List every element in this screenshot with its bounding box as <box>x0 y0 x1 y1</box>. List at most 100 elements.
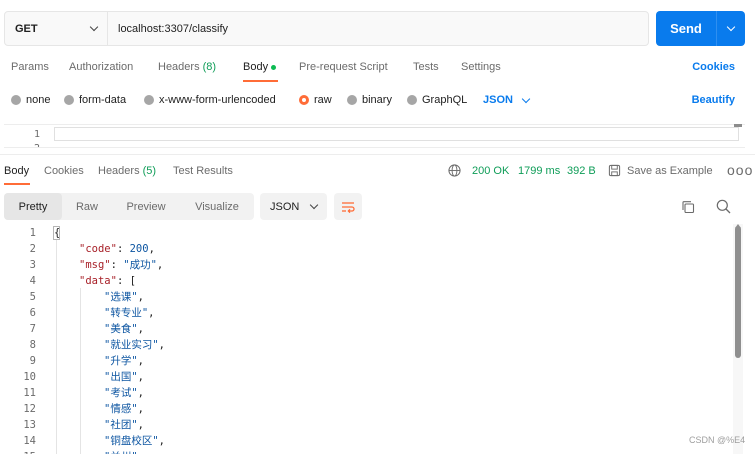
tab-response-headers[interactable]: Headers (5) <box>98 165 156 177</box>
response-format-label: JSON <box>270 200 300 213</box>
radio-circle <box>407 95 417 105</box>
line-number: 3 <box>29 259 36 271</box>
json-key: "data" <box>79 275 117 287</box>
tab-pre-request-script[interactable]: Pre-request Script <box>299 61 388 73</box>
url-input[interactable]: localhost:3307/classify <box>108 23 228 35</box>
code-text: "美食", <box>104 321 144 337</box>
tab-tests[interactable]: Tests <box>413 61 439 73</box>
json-punct: , <box>137 355 144 367</box>
view-pretty-button[interactable]: Pretty <box>4 193 62 220</box>
search-icon[interactable] <box>716 199 731 214</box>
radio-label: x-www-form-urlencoded <box>159 94 276 106</box>
json-string: "就业实习" <box>104 339 159 351</box>
radio-label: form-data <box>79 94 127 106</box>
radio-label: GraphQL <box>422 94 468 106</box>
send-label: Send <box>670 21 702 36</box>
view-visualize-button[interactable]: Visualize <box>180 193 254 220</box>
tab-response-cookies[interactable]: Cookies <box>44 165 84 177</box>
response-tabs: Body Cookies Headers (5) Test Results 20… <box>0 162 755 185</box>
url-bar: GET localhost:3307/classify <box>4 11 649 46</box>
chevron-down-icon <box>89 22 99 32</box>
tab-test-results[interactable]: Test Results <box>173 165 233 177</box>
tab-label: Params <box>11 61 49 73</box>
json-value: "成功" <box>123 259 157 271</box>
tab-label: Tests <box>413 61 439 73</box>
tab-response-body[interactable]: Body <box>4 165 29 177</box>
pane-divider[interactable] <box>0 154 755 155</box>
json-punct: , <box>158 435 165 447</box>
code-text: "转专业", <box>104 305 154 321</box>
radio-graphql[interactable]: GraphQL <box>407 94 467 106</box>
radio-label: binary <box>362 94 392 106</box>
tab-params[interactable]: Params <box>11 61 49 73</box>
body-format-select[interactable]: JSON <box>483 94 531 106</box>
tab-label: Cookies <box>44 165 84 177</box>
line-number: 15 <box>0 449 36 454</box>
json-colon: : <box>116 275 130 287</box>
code-text: "社团", <box>104 417 144 433</box>
line-number: 9 <box>29 355 36 367</box>
line-number: 11 <box>23 387 36 399</box>
wrap-lines-button[interactable] <box>334 193 362 220</box>
watermark: CSDN @%E4 <box>689 435 746 445</box>
view-preview-button[interactable]: Preview <box>112 193 180 220</box>
line-number: 6 <box>29 307 36 319</box>
cookies-link[interactable]: Cookies <box>692 61 735 73</box>
send-options-button[interactable] <box>717 22 745 32</box>
method-select[interactable]: GET <box>5 12 108 45</box>
radio-x-www-form-urlencoded[interactable]: x-www-form-urlencoded <box>144 94 276 106</box>
save-as-example-button[interactable]: Save as Example <box>608 164 713 177</box>
send-button[interactable]: Send <box>656 11 745 46</box>
indent-guide <box>80 288 81 454</box>
line-number: 2 <box>4 143 40 147</box>
tab-headers[interactable]: Headers (8) <box>158 61 216 73</box>
line-number: 4 <box>29 275 36 287</box>
code-text: "铜盘校区", <box>104 433 165 449</box>
line-number: 1 <box>33 129 40 140</box>
active-tab-underline <box>4 183 30 185</box>
json-string: "情感" <box>104 403 138 415</box>
save-icon <box>608 164 621 177</box>
radio-binary[interactable]: binary <box>347 94 392 106</box>
globe-icon[interactable] <box>448 164 461 177</box>
json-string: "社团" <box>104 419 138 431</box>
tab-authorization[interactable]: Authorization <box>69 61 133 73</box>
code-text: "选课", <box>104 289 144 305</box>
json-colon: : <box>110 259 124 271</box>
radio-form-data[interactable]: form-data <box>64 94 126 106</box>
response-format-select[interactable]: JSON <box>260 193 327 220</box>
line-number: 8 <box>29 339 36 351</box>
body-indicator-dot <box>271 64 277 70</box>
line-number: 12 <box>23 403 36 415</box>
more-options-button[interactable]: ooo <box>727 162 753 178</box>
json-string: "考试" <box>104 387 138 399</box>
tab-settings[interactable]: Settings <box>461 61 501 73</box>
view-raw-button[interactable]: Raw <box>62 193 112 220</box>
response-time[interactable]: 1799 ms <box>518 165 560 177</box>
radio-raw[interactable]: raw <box>299 94 332 106</box>
tab-label: Authorization <box>69 61 134 73</box>
request-tabs: Params Authorization Headers (8) Body Pr… <box>0 56 755 82</box>
json-punct: , <box>156 259 164 271</box>
tab-label: Settings <box>461 61 501 73</box>
editor-scrollbar[interactable] <box>734 124 742 127</box>
beautify-button[interactable]: Beautify <box>692 94 735 106</box>
json-punct: , <box>137 323 144 335</box>
tab-body[interactable]: Body <box>243 61 277 73</box>
save-as-example-label: Save as Example <box>627 164 713 177</box>
status-code[interactable]: 200 OK <box>472 165 509 177</box>
chevron-down-icon <box>521 94 531 103</box>
radio-none[interactable]: none <box>11 94 50 106</box>
response-size[interactable]: 392 B <box>567 165 596 177</box>
response-scrollbar-thumb[interactable] <box>735 226 741 358</box>
json-string: "升学" <box>104 355 138 367</box>
line-number: 2 <box>29 243 36 255</box>
tab-label: Body <box>4 165 30 177</box>
copy-icon[interactable] <box>681 200 695 214</box>
code-text: "升学", <box>104 353 144 369</box>
request-body-editor[interactable]: 1 2 <box>4 124 745 148</box>
tab-count: (5) <box>142 165 157 177</box>
response-body-viewer[interactable]: 1{2 "code": 200, 3 "msg": "成功", 4 "data": [5 "… <box>0 225 740 454</box>
json-key: "code" <box>79 243 117 255</box>
json-punct: , <box>158 339 165 351</box>
